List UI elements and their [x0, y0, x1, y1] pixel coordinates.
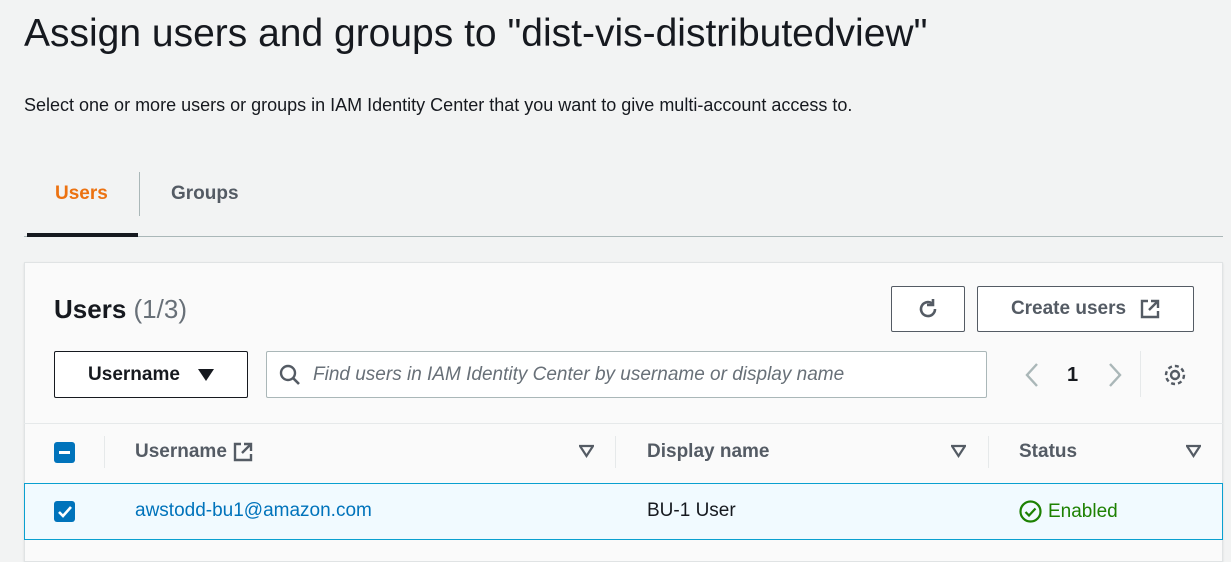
- column-divider: [988, 436, 989, 468]
- search-icon: [279, 364, 300, 385]
- external-link-icon: [1140, 299, 1160, 319]
- refresh-icon: [919, 299, 937, 318]
- settings-gear-icon[interactable]: [1162, 362, 1188, 388]
- status-badge: Enabled: [1019, 500, 1118, 523]
- column-header-display-name[interactable]: Display name: [647, 441, 770, 463]
- username-link[interactable]: awstodd-bu1@amazon.com: [135, 500, 372, 522]
- create-users-button[interactable]: Create users: [977, 286, 1194, 332]
- success-check-circle-icon: [1019, 500, 1042, 523]
- tab-users[interactable]: Users: [55, 183, 108, 205]
- column-header-status[interactable]: Status: [1019, 441, 1077, 463]
- caret-down-icon: [197, 368, 214, 381]
- indeterminate-icon: [59, 451, 70, 454]
- create-users-label: Create users: [1010, 298, 1127, 319]
- external-link-icon: [233, 442, 253, 462]
- status-text: Enabled: [1048, 500, 1118, 522]
- search-input[interactable]: Find users in IAM Identity Center by use…: [266, 351, 987, 398]
- panel-title: Users (1/3): [54, 294, 187, 325]
- next-page-icon[interactable]: [1107, 362, 1123, 388]
- sort-icon[interactable]: [1186, 444, 1201, 458]
- panel-title-text: Users: [54, 294, 127, 324]
- column-header-username[interactable]: Username: [135, 441, 253, 463]
- current-page[interactable]: 1: [1067, 364, 1078, 387]
- selection-count: (1/3): [133, 294, 187, 324]
- sort-icon[interactable]: [579, 444, 594, 458]
- select-all-checkbox[interactable]: [54, 442, 75, 463]
- active-tab-indicator: [27, 233, 138, 237]
- page-title: Assign users and groups to "dist-vis-dis…: [24, 12, 928, 55]
- checkmark-icon: [57, 505, 72, 518]
- row-checkbox[interactable]: [54, 501, 75, 522]
- sort-icon[interactable]: [951, 444, 966, 458]
- tab-divider: [139, 172, 140, 216]
- filter-property-value: Username: [88, 363, 180, 385]
- refresh-button[interactable]: [891, 286, 965, 332]
- column-label: Username: [135, 441, 227, 462]
- tab-groups[interactable]: Groups: [171, 183, 239, 205]
- search-placeholder: Find users in IAM Identity Center by use…: [313, 363, 845, 385]
- tabs-border: [24, 236, 1223, 237]
- filter-property-dropdown[interactable]: Username: [54, 351, 248, 398]
- previous-page-icon[interactable]: [1024, 362, 1040, 388]
- pagination-divider: [1140, 351, 1141, 397]
- display-name-cell: BU-1 User: [647, 500, 736, 521]
- column-divider: [615, 436, 616, 468]
- column-divider: [104, 436, 105, 468]
- page-description: Select one or more users or groups in IA…: [24, 95, 853, 115]
- table-header-divider: [24, 423, 1223, 424]
